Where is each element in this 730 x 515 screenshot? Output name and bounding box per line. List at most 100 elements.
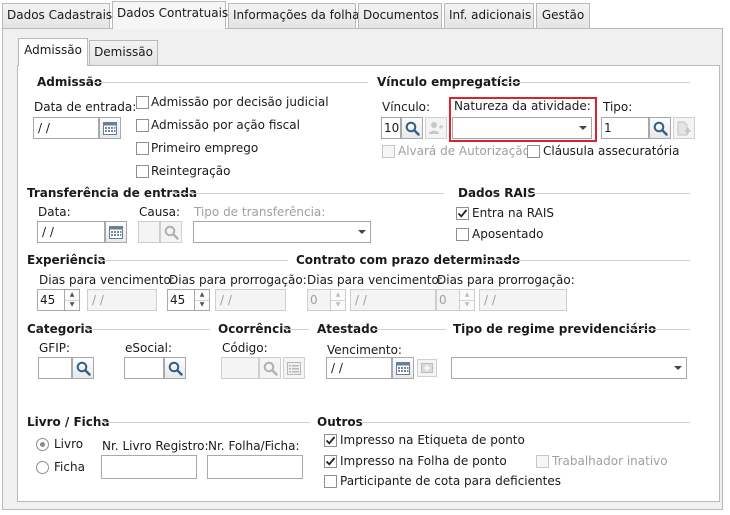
add-user-icon (429, 122, 443, 134)
spin-up-icon[interactable]: ▲ (195, 290, 209, 300)
tab-label: Informações da folha (233, 8, 360, 22)
subtab-admissao[interactable]: Admissão (18, 38, 88, 66)
calendar-button[interactable] (105, 221, 127, 243)
contrato-vencimento-input[interactable]: 0 (307, 289, 331, 311)
contrato-prorrogacao-spinner[interactable]: ▲ ▼ (459, 289, 475, 311)
add-icon (421, 363, 433, 373)
ficha-radio[interactable] (36, 461, 49, 474)
gfip-search-button[interactable] (72, 357, 94, 379)
vinculo-input[interactable]: 10 (381, 117, 401, 139)
ocorrencia-section-title: Ocorrência (218, 322, 292, 336)
search-icon (76, 361, 91, 376)
codigo-search-button[interactable] (259, 357, 281, 379)
section-divider (285, 329, 309, 330)
nr-folha-input[interactable] (207, 455, 303, 479)
ficha-radio-label: Ficha (54, 460, 85, 474)
spin-down-icon[interactable]: ▼ (65, 299, 79, 311)
atestado-vencimento-input[interactable]: / / (326, 357, 392, 379)
livro-radio-label: Livro (54, 437, 84, 451)
tab-dados-contratuais[interactable]: Dados Contratuais (112, 1, 228, 29)
experiencia-section-title: Experiência (27, 253, 106, 267)
cota-deficientes-checkbox[interactable] (324, 475, 337, 488)
exp-vencimento-label: Dias para vencimento: (39, 273, 175, 287)
reintegracao-checkbox[interactable] (136, 165, 149, 178)
tab-label: Gestão (541, 8, 585, 22)
admissao-judicial-checkbox[interactable] (136, 96, 149, 109)
etiqueta-ponto-checkbox[interactable] (324, 434, 337, 447)
atestado-add-button[interactable] (417, 359, 437, 377)
spin-up-icon[interactable]: ▲ (460, 290, 474, 300)
codigo-label: Código: (222, 341, 268, 355)
codigo-list-button[interactable] (283, 357, 305, 379)
entra-rais-checkbox[interactable] (456, 207, 469, 220)
tipo-add-button[interactable] (673, 117, 695, 139)
contrato-vencimento-date: / / (350, 289, 436, 311)
data-entrada-input[interactable]: / / (33, 117, 99, 139)
section-divider (94, 82, 368, 83)
esocial-search-button[interactable] (164, 357, 186, 379)
causa-label: Causa: (139, 205, 180, 219)
calendar-button[interactable] (392, 357, 414, 379)
natureza-highlight-box (449, 97, 597, 142)
tab-inf-adicionais[interactable]: Inf. adicionais (444, 3, 534, 28)
aposentado-checkbox[interactable] (456, 228, 469, 241)
section-divider (527, 193, 690, 194)
primeiro-emprego-label: Primeiro emprego (151, 141, 259, 155)
folha-ponto-checkbox[interactable] (324, 455, 337, 468)
tab-informacoes-da-folha[interactable]: Informações da folha (228, 3, 360, 28)
transferencia-data-label: Data: (38, 205, 71, 219)
entra-rais-label: Entra na RAIS (472, 206, 554, 220)
contrato-vencimento-spinner[interactable]: ▲ ▼ (330, 289, 346, 311)
vinculo-search-button[interactable] (401, 117, 423, 139)
contrato-prorrogacao-date: / / (479, 289, 567, 311)
primeiro-emprego-checkbox[interactable] (136, 142, 149, 155)
esocial-input[interactable] (124, 357, 164, 379)
tipo-transferencia-select[interactable] (193, 221, 371, 243)
tab-documentos[interactable]: Documentos (358, 3, 442, 28)
search-icon (405, 121, 420, 136)
spin-up-icon[interactable]: ▲ (65, 290, 79, 300)
spin-down-icon[interactable]: ▼ (331, 299, 345, 311)
tab-gestao[interactable]: Gestão (536, 3, 590, 28)
admissao-judicial-label: Admissão por decisão judicial (151, 95, 329, 109)
section-divider (86, 329, 210, 330)
spin-down-icon[interactable]: ▼ (195, 299, 209, 311)
exp-vencimento-input[interactable]: 45 (37, 289, 65, 311)
causa-search-button[interactable] (160, 221, 182, 243)
exp-vencimento-spinner[interactable]: ▲ ▼ (64, 289, 80, 311)
tipo-input[interactable]: 1 (601, 117, 649, 139)
atestado-vencimento-label: Vencimento: (327, 343, 402, 357)
tab-dados-cadastrais[interactable]: Dados Cadastrais (2, 3, 112, 28)
livro-radio[interactable] (36, 438, 49, 451)
vinculo-add-button[interactable] (425, 117, 447, 139)
exp-prorrogacao-input[interactable]: 45 (167, 289, 195, 311)
calendar-icon (103, 121, 117, 135)
calendar-button[interactable] (99, 117, 121, 139)
gfip-input[interactable] (38, 357, 72, 379)
vinculo-label: Vínculo: (382, 100, 431, 114)
chevron-down-icon (674, 366, 682, 370)
exp-prorrogacao-date: / / (215, 289, 286, 311)
subtab-demissao[interactable]: Demissão (89, 40, 158, 65)
causa-input[interactable] (138, 221, 160, 243)
tipo-search-button[interactable] (649, 117, 671, 139)
contrato-prorrogacao-input[interactable]: 0 (436, 289, 460, 311)
rais-section-title: Dados RAIS (458, 186, 536, 200)
trabalhador-inativo-checkbox[interactable] (536, 455, 549, 468)
transferencia-data-input[interactable]: / / (37, 221, 105, 243)
checkmark-icon (325, 436, 336, 445)
codigo-input[interactable] (221, 357, 259, 379)
exp-prorrogacao-spinner[interactable]: ▲ ▼ (194, 289, 210, 311)
clausula-label: Cláusula assecuratória (543, 144, 680, 158)
spin-down-icon[interactable]: ▼ (460, 299, 474, 311)
regime-select[interactable] (451, 357, 687, 379)
admissao-fiscal-label: Admissão por ação fiscal (151, 118, 300, 132)
nr-livro-input[interactable] (101, 455, 197, 479)
admissao-fiscal-checkbox[interactable] (136, 119, 149, 132)
data-entrada-label: Data de entrada: (34, 100, 137, 114)
calendar-icon (396, 361, 410, 375)
clausula-checkbox[interactable] (527, 145, 540, 158)
spin-up-icon[interactable]: ▲ (331, 290, 345, 300)
alvara-checkbox[interactable] (382, 145, 395, 158)
gfip-label: GFIP: (39, 341, 71, 355)
